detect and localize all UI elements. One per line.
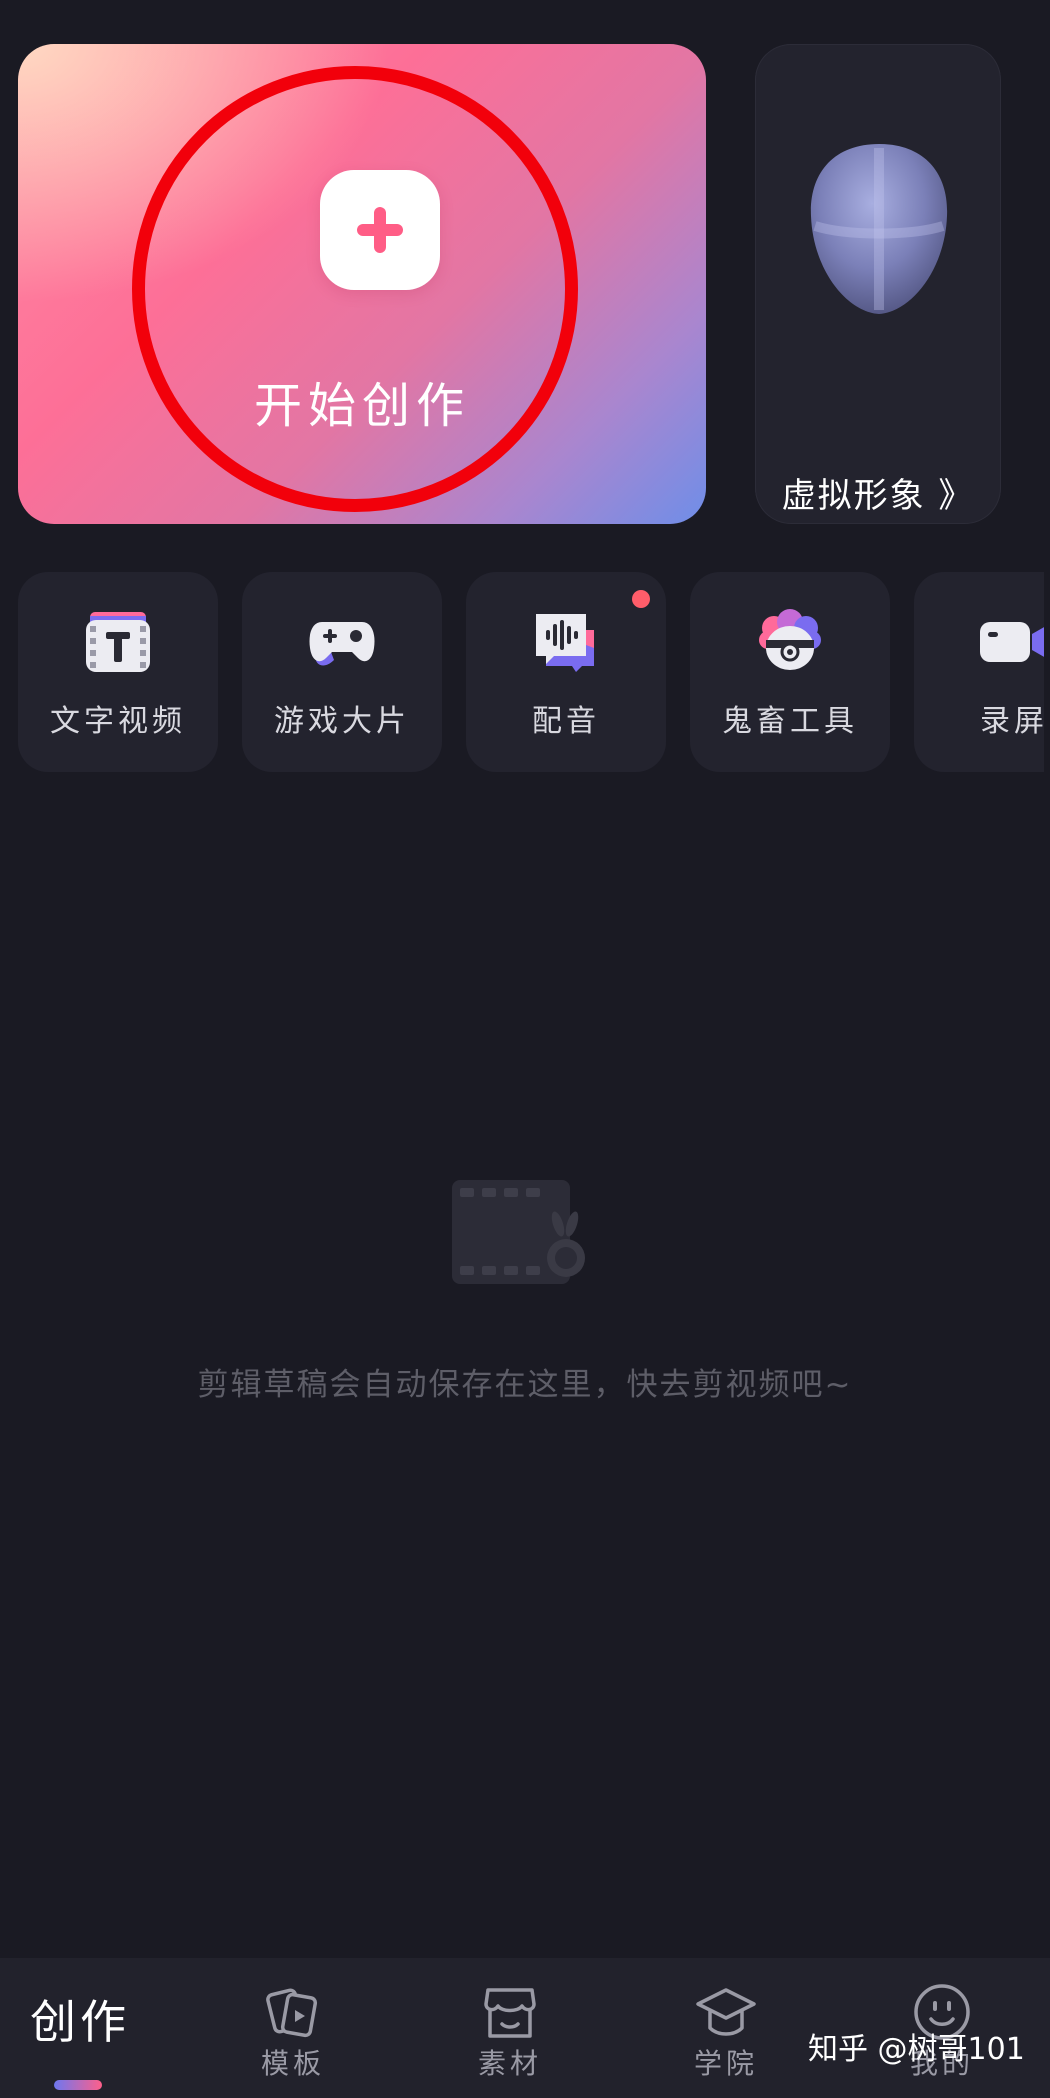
virtual-avatar-label: 虚拟形象 》 <box>781 476 975 516</box>
start-creating-label: 开始创作 <box>253 378 470 434</box>
tool-label: 游戏大片 <box>274 704 410 739</box>
nav-tab-create[interactable]: 创作 <box>0 1958 160 2098</box>
nav-tab-academy[interactable]: 学院 <box>646 1958 806 2098</box>
tool-text-video[interactable]: 文字视频 <box>18 572 218 772</box>
tool-label: 录屏 <box>980 704 1044 739</box>
sheep-icon <box>759 609 821 670</box>
store-icon <box>484 1988 536 2038</box>
watermark: 知乎 @树哥101 <box>808 2032 1025 2067</box>
film-rabbit-icon <box>452 1180 585 1284</box>
tool-game-video[interactable]: 游戏大片 <box>242 572 442 772</box>
bottom-nav: 创作 模板 素材 学院 我的 <box>0 1958 1050 2098</box>
text-video-icon <box>86 612 150 672</box>
start-creating-card[interactable]: 开始创作 <box>18 44 706 524</box>
gamepad-icon <box>309 622 375 666</box>
mask-icon <box>810 144 948 314</box>
nav-tab-templates[interactable]: 模板 <box>213 1958 373 2098</box>
nav-tab-label: 学院 <box>693 2047 758 2080</box>
nav-tab-label: 创作 <box>30 1995 130 2049</box>
tool-label: 文字视频 <box>50 704 186 739</box>
plus-icon <box>320 170 440 290</box>
tool-label: 鬼畜工具 <box>722 704 858 739</box>
tool-label: 配音 <box>532 704 600 739</box>
nav-tab-label: 模板 <box>260 2047 325 2080</box>
nav-tab-profile[interactable]: 我的 <box>862 1958 1022 2098</box>
active-tab-indicator <box>54 2080 102 2090</box>
graduation-cap-icon <box>696 1988 756 2036</box>
tool-screen-record[interactable]: 录屏 <box>914 572 1044 772</box>
nav-tab-materials[interactable]: 素材 <box>430 1958 590 2098</box>
voiceover-icon <box>536 614 594 672</box>
nav-tab-label: 素材 <box>477 2047 542 2080</box>
template-cards-icon <box>266 1988 318 2038</box>
tool-meme-tools[interactable]: 鬼畜工具 <box>690 572 890 772</box>
empty-drafts-message: 剪辑草稿会自动保存在这里，快去剪视频吧~ <box>197 1367 853 1403</box>
new-badge-dot <box>632 590 650 608</box>
virtual-avatar-card[interactable]: 虚拟形象 》 <box>755 44 1001 524</box>
camera-icon <box>980 622 1044 662</box>
